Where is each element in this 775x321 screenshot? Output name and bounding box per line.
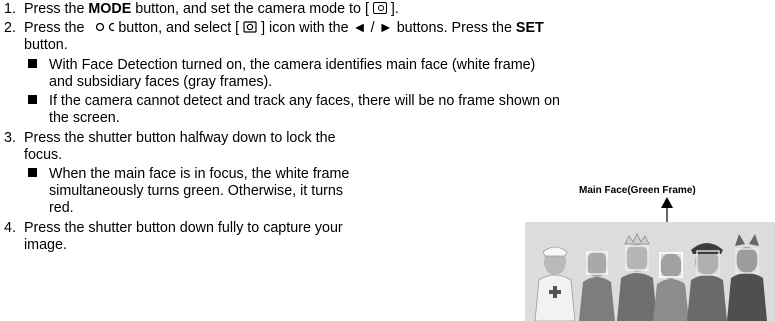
mode-label: MODE <box>88 1 132 17</box>
step-text: button, and set the camera mode to [ <box>131 1 373 17</box>
face-detection-button-icon <box>96 22 115 32</box>
bullet-text: With Face Detection turned on, the camer… <box>49 57 536 73</box>
square-bullet-icon <box>28 95 37 104</box>
bullet-text: red. <box>49 200 74 216</box>
bullet-item: If the camera cannot detect and track an… <box>28 93 560 110</box>
step-text: focus. <box>24 147 63 163</box>
camera-mode-icon <box>372 2 387 14</box>
children-group-photo <box>525 222 775 321</box>
step-number: 3. <box>4 130 16 146</box>
step-text: Press the shutter button halfway down to… <box>24 130 336 146</box>
bullet-text: the screen. <box>49 110 120 126</box>
step-text: ]. <box>386 1 399 17</box>
bullet-text: When the main face is in focus, the whit… <box>49 166 350 182</box>
step-text: Press the <box>24 20 89 36</box>
figure-caption: Main Face(Green Frame) <box>579 185 696 196</box>
step-4: 4. Press the shutter button down fully to… <box>4 220 343 237</box>
step-text: Press the shutter button down fully to c… <box>24 220 343 236</box>
square-bullet-icon <box>28 168 37 177</box>
bullet-text: and subsidiary faces (gray frames). <box>49 74 273 90</box>
bullet-item: With Face Detection turned on, the camer… <box>28 57 535 74</box>
step-3: 3. Press the shutter button halfway down … <box>4 130 336 147</box>
manual-page: 1. Press the MODE button, and set the cam… <box>0 0 775 321</box>
step-number: 2. <box>4 20 16 36</box>
face-detection-icon <box>243 21 257 33</box>
step-2: 2. Press the button, and select [ ] icon … <box>4 20 544 37</box>
step-1: 1. Press the MODE button, and set the cam… <box>4 1 399 18</box>
step-text: Press the <box>24 1 89 17</box>
step-number: 1. <box>4 1 16 17</box>
set-label: SET <box>515 20 544 36</box>
bullet-text: If the camera cannot detect and track an… <box>49 93 560 109</box>
step-2-continuation: button. <box>24 37 68 53</box>
step-number: 4. <box>4 220 16 236</box>
bullet-item: When the main face is in focus, the whit… <box>28 166 349 183</box>
step-text: ] icon with the ◄ / ► buttons. Press the <box>257 20 516 36</box>
square-bullet-icon <box>28 59 37 68</box>
step-text: button, and select [ <box>114 20 244 36</box>
step-text: image. <box>24 237 67 253</box>
bullet-text: simultaneously turns green. Otherwise, i… <box>49 183 344 199</box>
